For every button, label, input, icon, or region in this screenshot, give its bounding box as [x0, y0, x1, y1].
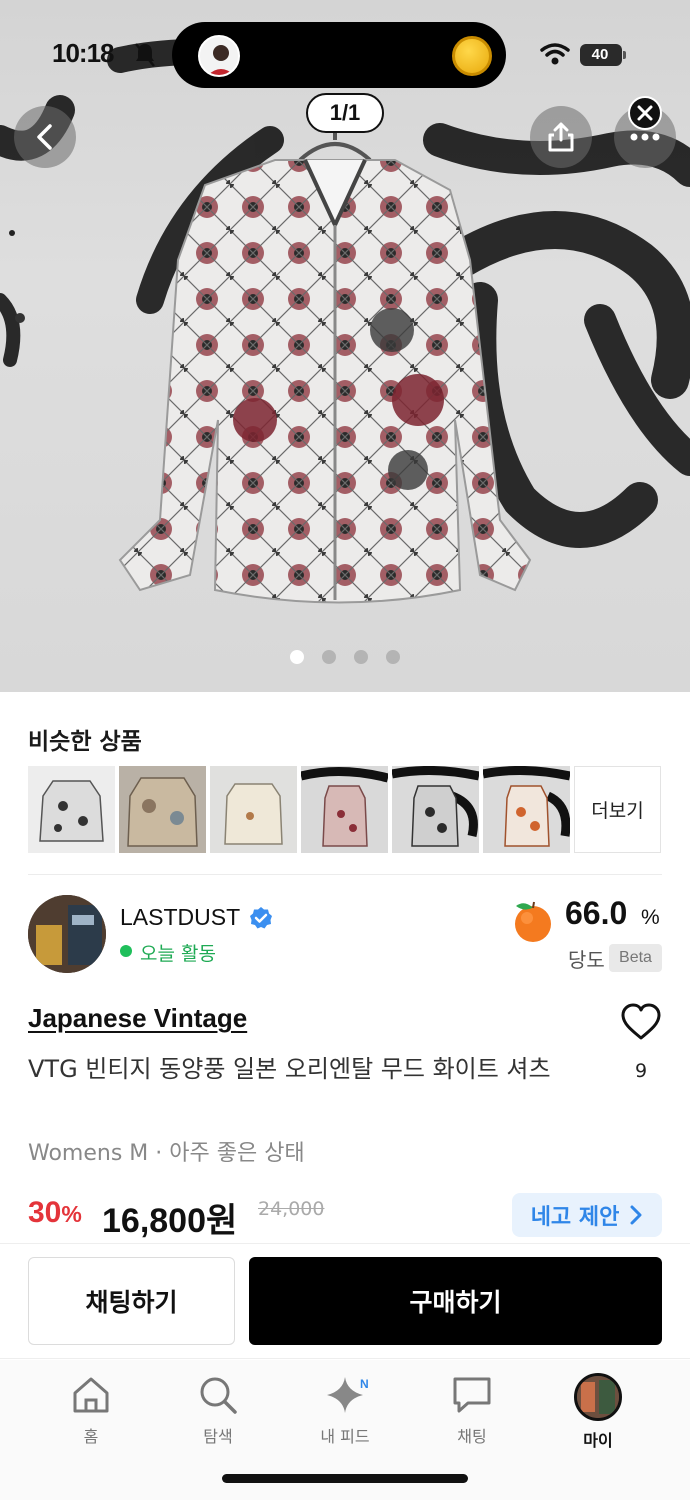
tab-explore-label: 탐색	[203, 1427, 233, 1446]
carousel-dots[interactable]	[290, 650, 400, 664]
tab-chat-label: 채팅	[457, 1427, 487, 1446]
discount-unit: %	[61, 1201, 82, 1227]
sweetness-score: 66.0	[565, 895, 628, 931]
tab-home-label: 홈	[83, 1427, 99, 1446]
coin-icon	[452, 36, 492, 76]
similar-product-thumb[interactable]	[210, 766, 297, 853]
chevron-right-icon	[630, 1205, 642, 1225]
section-divider	[28, 874, 662, 875]
carousel-dot[interactable]	[322, 650, 336, 664]
profile-avatar	[574, 1373, 622, 1421]
discount-rate: 30%	[28, 1196, 82, 1230]
buy-button[interactable]: 구매하기	[249, 1257, 662, 1345]
peach-icon	[515, 901, 551, 942]
seller-name[interactable]: LASTDUST	[120, 904, 240, 931]
make-offer-button[interactable]: 네고 제안	[512, 1193, 662, 1237]
beta-badge: Beta	[609, 944, 662, 972]
carousel-dot[interactable]	[354, 650, 368, 664]
product-image-viewer[interactable]: 10:18 40 1/1	[0, 0, 690, 692]
tab-my-feed[interactable]: N 내 피드	[290, 1373, 400, 1447]
back-button[interactable]	[14, 106, 76, 168]
tab-explore[interactable]: 탐색	[163, 1373, 273, 1447]
tab-my-feed-label: 내 피드	[320, 1427, 370, 1446]
like-count: 9	[634, 1060, 648, 1082]
close-icon	[637, 105, 653, 121]
share-icon	[548, 122, 574, 152]
seller-avatar[interactable]	[28, 895, 106, 973]
discount-value: 30	[28, 1196, 62, 1229]
carousel-dot[interactable]	[386, 650, 400, 664]
chevron-left-icon	[37, 124, 52, 150]
brand-link[interactable]: Japanese Vintage	[28, 1003, 247, 1034]
wifi-icon	[540, 43, 570, 65]
search-icon	[200, 1377, 237, 1414]
similar-product-thumb[interactable]	[28, 766, 115, 853]
heart-icon[interactable]	[620, 1002, 662, 1042]
original-price: 24,000	[258, 1198, 325, 1220]
carousel-dot[interactable]	[290, 650, 304, 664]
live-activity-avatar	[198, 35, 240, 77]
tab-home[interactable]: 홈	[36, 1373, 146, 1447]
similar-product-thumb[interactable]	[392, 766, 479, 853]
product-condition: Womens M · 아주 좋은 상태	[28, 1141, 305, 1166]
chat-button[interactable]: 채팅하기	[28, 1257, 235, 1345]
similar-products-strip[interactable]: 더보기	[28, 766, 661, 853]
home-icon	[73, 1377, 109, 1413]
similar-product-thumb[interactable]	[483, 766, 570, 853]
sweetness-unit: %	[641, 906, 660, 929]
similar-product-thumb[interactable]	[301, 766, 388, 853]
similar-products-title: 비슷한 상품	[28, 729, 142, 755]
seller-activity-status: 오늘 활동	[140, 943, 216, 965]
home-indicator	[222, 1474, 468, 1483]
product-title: VTG 빈티지 동양풍 일본 오리엔탈 무드 화이트 셔츠	[28, 1055, 551, 1083]
sweetness-label: 당도	[568, 948, 605, 972]
close-overlay-button[interactable]	[628, 96, 662, 130]
more-dots-icon	[630, 133, 660, 141]
status-time: 10:18	[52, 38, 114, 68]
online-status-dot	[120, 945, 132, 957]
tab-my[interactable]: 마이	[543, 1373, 653, 1451]
see-more-similar-button[interactable]: 더보기	[574, 766, 661, 853]
verified-badge-icon	[250, 907, 272, 929]
image-counter: 1/1	[306, 93, 384, 133]
make-offer-label: 네고 제안	[530, 1205, 620, 1230]
battery-level: 40	[591, 46, 609, 63]
tab-my-label: 마이	[583, 1431, 613, 1450]
mute-bell-icon	[135, 43, 155, 67]
similar-product-thumb[interactable]	[119, 766, 206, 853]
share-button[interactable]	[530, 106, 592, 168]
tab-chat[interactable]: 채팅	[417, 1373, 527, 1447]
new-badge: N	[360, 1377, 369, 1391]
chat-bubble-icon	[453, 1377, 491, 1413]
sale-price: 16,800원	[102, 1202, 238, 1240]
battery-tip	[623, 51, 626, 59]
